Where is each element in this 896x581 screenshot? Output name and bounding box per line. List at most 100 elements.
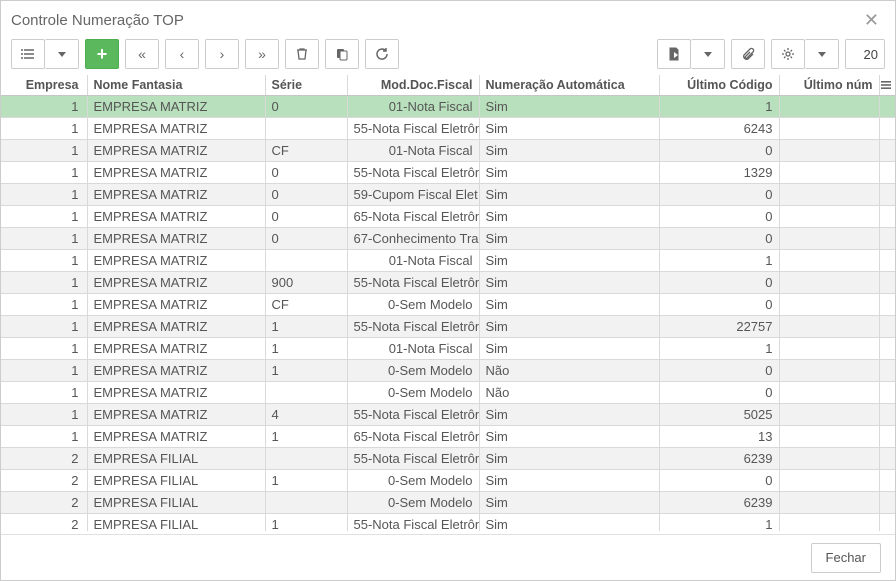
table-row[interactable]: 1EMPRESA MATRIZ055-Nota Fiscal EletrônSi… [1, 162, 895, 184]
close-icon[interactable]: ✕ [858, 8, 885, 33]
cell-mod: 0-Sem Modelo [347, 294, 479, 316]
cell-serie [265, 382, 347, 404]
table-row[interactable]: 1EMPRESA MATRIZ55-Nota Fiscal EletrônSim… [1, 118, 895, 140]
col-header-nome-fantasia[interactable]: Nome Fantasia [87, 75, 265, 96]
refresh-button[interactable] [365, 39, 399, 69]
cell-ultn [779, 382, 879, 404]
cell-ultimo: 6243 [659, 118, 779, 140]
table-row[interactable]: 1EMPRESA MATRIZCF01-Nota FiscalSim0 [1, 140, 895, 162]
cell-mod: 55-Nota Fiscal Eletrôn [347, 272, 479, 294]
col-header-serie[interactable]: Série [265, 75, 347, 96]
cell-nome: EMPRESA FILIAL [87, 492, 265, 514]
export-button[interactable] [657, 39, 691, 69]
attachment-button[interactable] [731, 39, 765, 69]
cell-ultn [779, 338, 879, 360]
close-button[interactable]: Fechar [811, 543, 881, 573]
table-row[interactable]: 1EMPRESA MATRIZ90055-Nota Fiscal Eletrôn… [1, 272, 895, 294]
cell-ultimo: 1 [659, 250, 779, 272]
cell-serie: 0 [265, 228, 347, 250]
page-size-input[interactable] [845, 39, 885, 69]
cell-empresa: 1 [1, 294, 87, 316]
table-row[interactable]: 2EMPRESA FILIAL55-Nota Fiscal EletrônSim… [1, 448, 895, 470]
table-row[interactable]: 1EMPRESA MATRIZCF0-Sem ModeloSim0 [1, 294, 895, 316]
cell-mod: 01-Nota Fiscal [347, 96, 479, 118]
cell-ultn [779, 492, 879, 514]
cell-ultimo: 1 [659, 96, 779, 118]
cell-ultn [779, 140, 879, 162]
cell-ultimo: 0 [659, 360, 779, 382]
row-gutter [879, 404, 895, 426]
cell-nome: EMPRESA MATRIZ [87, 228, 265, 250]
cell-ultn [779, 184, 879, 206]
table-row[interactable]: 1EMPRESA MATRIZ001-Nota FiscalSim1 [1, 96, 895, 118]
row-gutter [879, 470, 895, 492]
table-row[interactable]: 1EMPRESA MATRIZ10-Sem ModeloNão0 [1, 360, 895, 382]
cell-nome: EMPRESA MATRIZ [87, 316, 265, 338]
cell-auto: Sim [479, 470, 659, 492]
cell-auto: Não [479, 382, 659, 404]
col-header-ultimo-num[interactable]: Último núm [779, 75, 879, 96]
table-row[interactable]: 2EMPRESA FILIAL0-Sem ModeloSim6239 [1, 492, 895, 514]
cell-auto: Sim [479, 294, 659, 316]
table-row[interactable]: 1EMPRESA MATRIZ155-Nota Fiscal EletrônSi… [1, 316, 895, 338]
copy-icon [335, 47, 349, 61]
cell-empresa: 1 [1, 272, 87, 294]
col-header-mod-doc-fiscal[interactable]: Mod.Doc.Fiscal [347, 75, 479, 96]
table-row[interactable]: 1EMPRESA MATRIZ455-Nota Fiscal EletrônSi… [1, 404, 895, 426]
add-button[interactable]: + [85, 39, 119, 69]
row-gutter [879, 96, 895, 118]
cell-ultimo: 0 [659, 140, 779, 162]
cell-serie: CF [265, 294, 347, 316]
cell-ultimo: 0 [659, 228, 779, 250]
cell-empresa: 2 [1, 492, 87, 514]
cell-auto: Sim [479, 316, 659, 338]
settings-button[interactable] [771, 39, 805, 69]
next-page-button[interactable]: › [205, 39, 239, 69]
cell-nome: EMPRESA MATRIZ [87, 118, 265, 140]
first-page-button[interactable]: « [125, 39, 159, 69]
cell-auto: Sim [479, 162, 659, 184]
copy-button[interactable] [325, 39, 359, 69]
cell-ultn [779, 118, 879, 140]
cell-serie: 1 [265, 316, 347, 338]
more-columns-button[interactable] [879, 75, 895, 96]
row-gutter [879, 162, 895, 184]
row-gutter [879, 316, 895, 338]
table-row[interactable]: 1EMPRESA MATRIZ01-Nota FiscalSim1 [1, 250, 895, 272]
delete-button[interactable] [285, 39, 319, 69]
cell-ultn [779, 426, 879, 448]
table-row[interactable]: 1EMPRESA MATRIZ165-Nota Fiscal EletrônSi… [1, 426, 895, 448]
col-header-empresa[interactable]: Empresa [1, 75, 87, 96]
cell-ultimo: 0 [659, 470, 779, 492]
gear-icon [781, 47, 795, 61]
export-dropdown-button[interactable] [691, 39, 725, 69]
cell-serie: 0 [265, 96, 347, 118]
list-button[interactable] [11, 39, 45, 69]
list-dropdown-button[interactable] [45, 39, 79, 69]
cell-mod: 55-Nota Fiscal Eletrôn [347, 316, 479, 338]
grid: Empresa Nome Fantasia Série Mod.Doc.Fisc… [1, 75, 895, 531]
cell-ultn [779, 316, 879, 338]
col-header-numeracao-automatica[interactable]: Numeração Automática [479, 75, 659, 96]
table-row[interactable]: 1EMPRESA MATRIZ101-Nota FiscalSim1 [1, 338, 895, 360]
cell-empresa: 1 [1, 360, 87, 382]
cell-empresa: 1 [1, 140, 87, 162]
table-row[interactable]: 1EMPRESA MATRIZ065-Nota Fiscal EletrônSi… [1, 206, 895, 228]
cell-serie: 4 [265, 404, 347, 426]
row-gutter [879, 118, 895, 140]
cell-ultn [779, 96, 879, 118]
horizontal-scrollbar[interactable] [7, 515, 889, 531]
cell-ultn [779, 228, 879, 250]
table-row[interactable]: 1EMPRESA MATRIZ0-Sem ModeloNão0 [1, 382, 895, 404]
last-page-button[interactable]: » [245, 39, 279, 69]
cell-serie: 0 [265, 206, 347, 228]
prev-page-button[interactable]: ‹ [165, 39, 199, 69]
row-gutter [879, 382, 895, 404]
cell-auto: Sim [479, 206, 659, 228]
col-header-ultimo-codigo[interactable]: Último Código [659, 75, 779, 96]
settings-dropdown-button[interactable] [805, 39, 839, 69]
table-row[interactable]: 1EMPRESA MATRIZ067-Conhecimento TraSim0 [1, 228, 895, 250]
table-row[interactable]: 2EMPRESA FILIAL10-Sem ModeloSim0 [1, 470, 895, 492]
file-export-icon [667, 47, 681, 61]
table-row[interactable]: 1EMPRESA MATRIZ059-Cupom Fiscal EletSim0 [1, 184, 895, 206]
